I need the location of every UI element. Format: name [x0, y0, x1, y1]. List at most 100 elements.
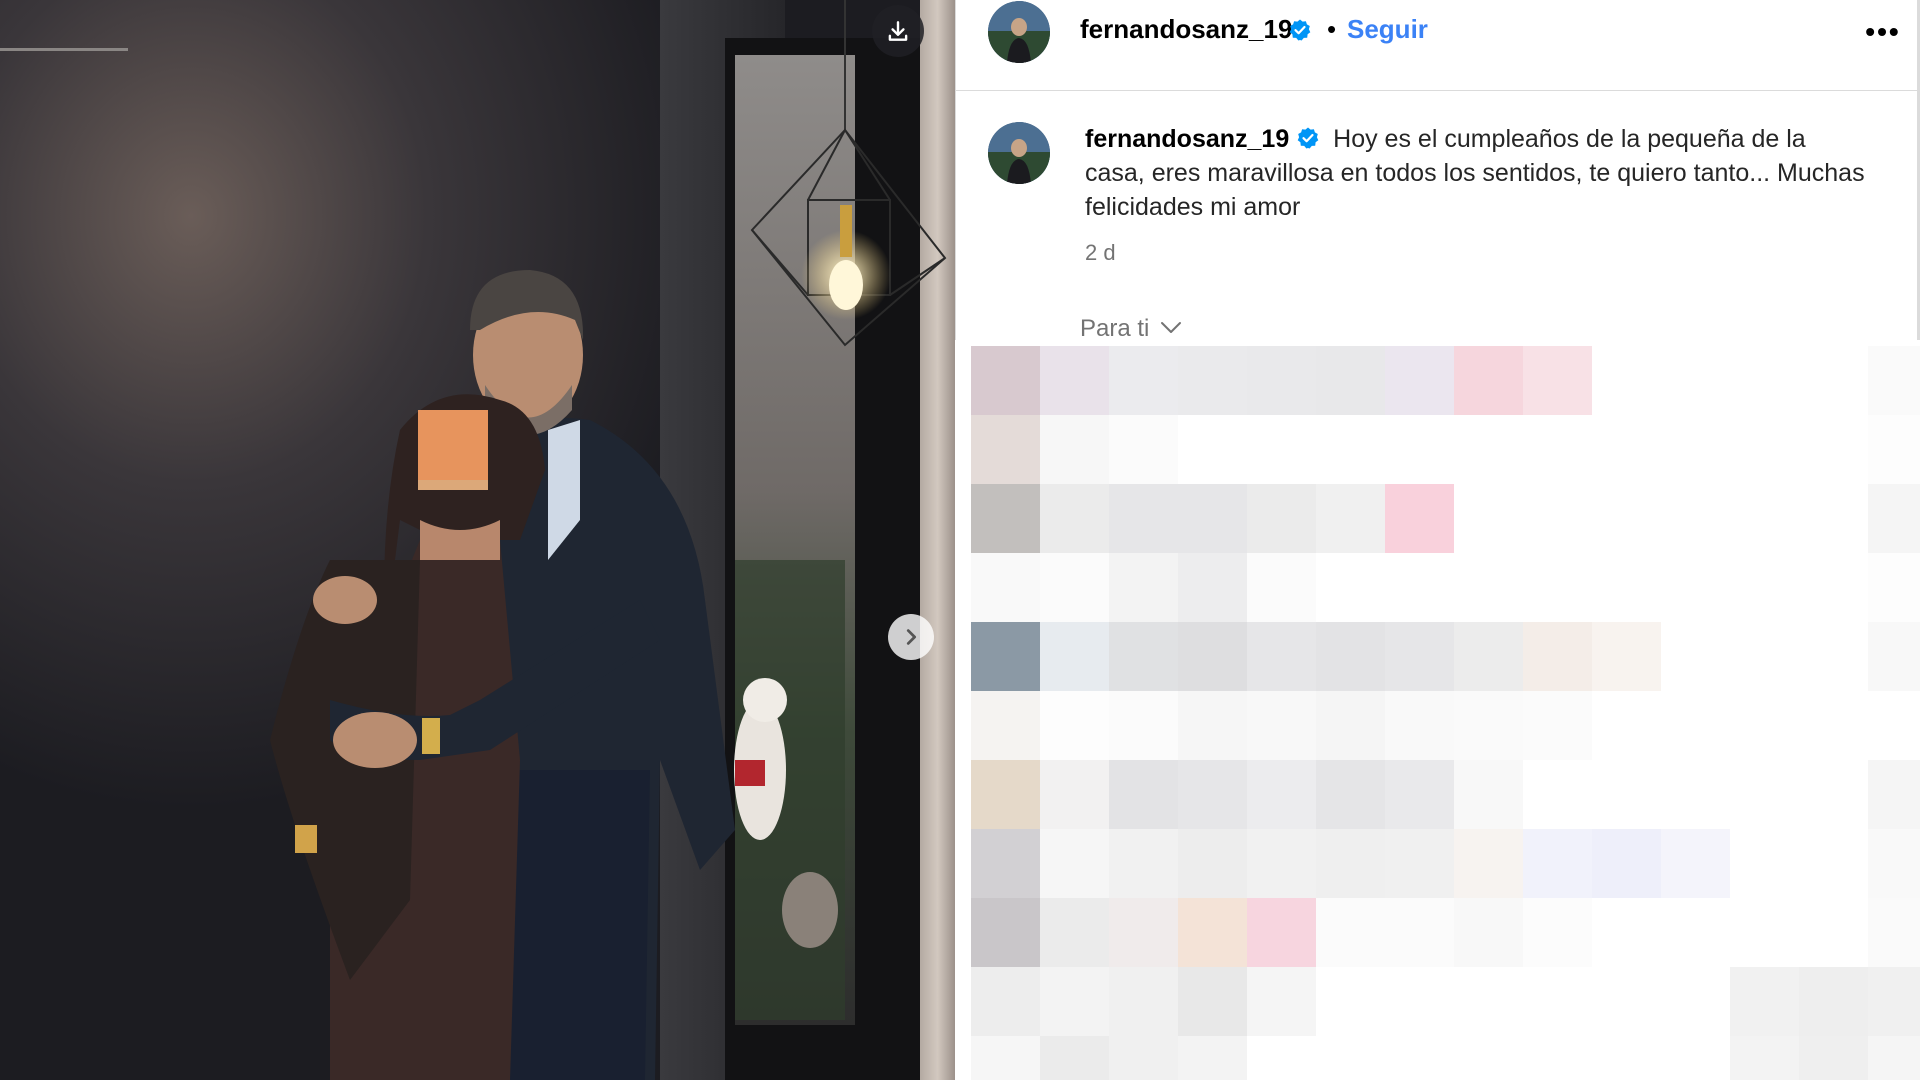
pixel-block	[1454, 622, 1523, 691]
pixel-block	[1523, 898, 1592, 967]
pixel-block	[1592, 898, 1661, 967]
pixel-block	[1592, 829, 1661, 898]
pixel-block	[1523, 346, 1592, 415]
pixel-block	[1040, 760, 1109, 829]
pixel-block	[1799, 484, 1868, 553]
pixel-block	[1868, 1036, 1920, 1080]
pixel-block	[1661, 622, 1730, 691]
pixel-block	[1178, 967, 1247, 1036]
pixel-block	[1178, 760, 1247, 829]
pixel-block	[1109, 760, 1178, 829]
pixel-block	[1661, 346, 1730, 415]
pixel-block	[1523, 415, 1592, 484]
pixel-block	[1454, 484, 1523, 553]
pixel-block	[1523, 622, 1592, 691]
pixel-block	[971, 415, 1040, 484]
pixel-block	[1316, 415, 1385, 484]
pixel-block	[1592, 622, 1661, 691]
pixel-block	[1730, 622, 1799, 691]
pixel-block	[1868, 415, 1920, 484]
pixel-block	[1730, 760, 1799, 829]
pixel-block	[1799, 415, 1868, 484]
pixel-block	[1247, 760, 1316, 829]
pixel-block	[1385, 829, 1454, 898]
pixel-block	[1109, 967, 1178, 1036]
pixel-block	[1730, 346, 1799, 415]
pixel-block	[1247, 622, 1316, 691]
avatar[interactable]	[988, 1, 1050, 63]
post-photo[interactable]	[0, 0, 955, 1080]
pixel-block	[1178, 553, 1247, 622]
pixel-block	[1454, 691, 1523, 760]
pixel-block	[1316, 829, 1385, 898]
download-icon	[888, 21, 908, 41]
pixelated-comments-area	[955, 338, 1920, 1080]
pixel-block	[1799, 967, 1868, 1036]
pixel-block	[1247, 553, 1316, 622]
pixelated-content	[971, 346, 1920, 1080]
pixel-block	[1730, 967, 1799, 1036]
pixel-block	[1592, 691, 1661, 760]
post-timestamp[interactable]: 2 d	[1085, 240, 1116, 266]
pixel-block	[1868, 760, 1920, 829]
pixel-block	[1040, 553, 1109, 622]
chevron-right-icon	[906, 629, 917, 645]
next-slide-button[interactable]	[888, 614, 934, 660]
caption-username-link[interactable]: fernandosanz_19	[1085, 125, 1289, 153]
pixel-block	[1592, 415, 1661, 484]
pixel-block	[1661, 415, 1730, 484]
pixel-block	[1592, 346, 1661, 415]
username-link[interactable]: fernandosanz_19	[1080, 14, 1292, 45]
pixel-block	[1109, 484, 1178, 553]
pixel-block	[1247, 415, 1316, 484]
pixel-block	[1799, 1036, 1868, 1080]
pixel-block	[1799, 622, 1868, 691]
pixel-block	[1247, 829, 1316, 898]
pixel-block	[1247, 691, 1316, 760]
pixel-block	[1454, 829, 1523, 898]
follow-button[interactable]: Seguir	[1347, 14, 1428, 45]
pixel-block	[1316, 967, 1385, 1036]
pixel-block	[1730, 553, 1799, 622]
pixel-block	[971, 622, 1040, 691]
pixel-block	[1661, 760, 1730, 829]
pixel-block	[1385, 622, 1454, 691]
pixel-block	[1868, 553, 1920, 622]
pixel-block	[1247, 484, 1316, 553]
pixel-block	[1730, 1036, 1799, 1080]
pixel-block	[1592, 553, 1661, 622]
pixel-block	[1385, 898, 1454, 967]
pixel-block	[971, 967, 1040, 1036]
pixel-block	[971, 1036, 1040, 1080]
pixel-block	[1730, 829, 1799, 898]
pixel-block	[1592, 484, 1661, 553]
pixel-block	[1523, 484, 1592, 553]
pixel-block	[1247, 898, 1316, 967]
pixel-block	[1868, 829, 1920, 898]
pixel-block	[1454, 415, 1523, 484]
pixel-block	[1661, 1036, 1730, 1080]
pixel-block	[1868, 691, 1920, 760]
pixel-block	[1730, 691, 1799, 760]
pixel-block	[1592, 967, 1661, 1036]
pixel-block	[1385, 691, 1454, 760]
caption-avatar[interactable]	[988, 122, 1050, 184]
pixel-block	[1730, 415, 1799, 484]
pixel-block	[1523, 829, 1592, 898]
pixel-block	[1661, 691, 1730, 760]
pixel-block	[1799, 829, 1868, 898]
pixel-block	[1799, 553, 1868, 622]
post-header: fernandosanz_19 • Seguir •••	[955, 0, 1917, 91]
pixel-block	[1178, 898, 1247, 967]
pixel-block	[1454, 760, 1523, 829]
pixel-block	[1799, 760, 1868, 829]
pixel-block	[1385, 346, 1454, 415]
pixel-block	[1040, 967, 1109, 1036]
pixel-block	[1523, 1036, 1592, 1080]
pixel-block	[1385, 484, 1454, 553]
more-options-button[interactable]: •••	[1861, 10, 1905, 54]
pixel-block	[1040, 1036, 1109, 1080]
download-button[interactable]	[872, 5, 924, 57]
pixel-block	[1454, 967, 1523, 1036]
pixel-block	[1385, 553, 1454, 622]
